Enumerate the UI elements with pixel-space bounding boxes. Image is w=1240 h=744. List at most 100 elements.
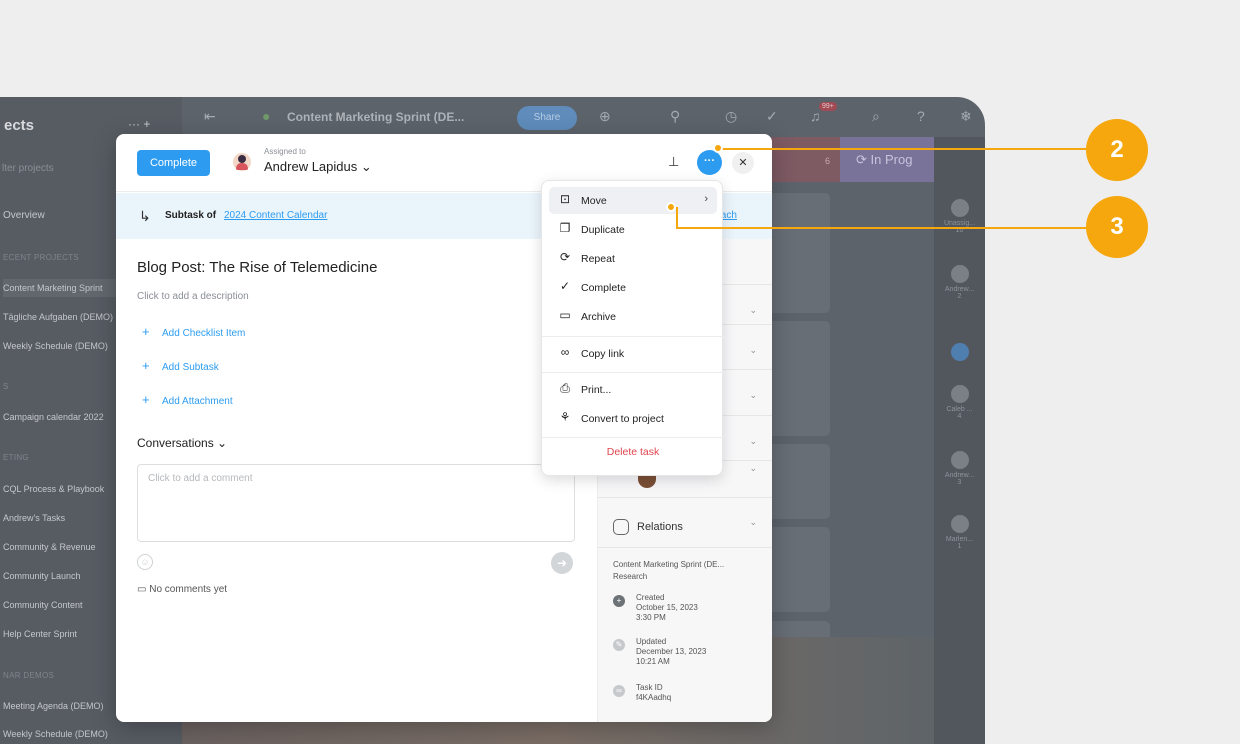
emoji-icon[interactable]: ☺ [137, 554, 153, 570]
share-button[interactable]: Share [517, 106, 577, 130]
person-count: 2 [957, 293, 962, 300]
in-progress-icon: ⟳ [856, 152, 871, 167]
add-attachment-button[interactable]: + Add Attachment [142, 392, 233, 407]
add-attachment-label: Add Attachment [162, 396, 233, 407]
task-title[interactable]: Blog Post: The Rise of Telemedicine [137, 259, 377, 276]
sidebar-item-marketing-3[interactable]: Community Launch [3, 571, 81, 581]
add-checklist-label: Add Checklist Item [162, 328, 246, 339]
workflow-icon[interactable]: ⚲ [670, 108, 680, 125]
search-icon[interactable]: ⌕ [872, 108, 880, 125]
relations-label: Relations [637, 520, 683, 533]
conversations-toggle[interactable]: Conversations ⌄ [137, 436, 227, 450]
chevron-down-icon: ⌄ [749, 345, 757, 355]
sidebar-item-marketing-5[interactable]: Help Center Sprint [3, 629, 77, 639]
person-count: 3 [957, 479, 962, 486]
avatar [950, 199, 969, 217]
delete-task-button[interactable]: Delete task [542, 446, 724, 458]
relations-header[interactable]: Relations [613, 519, 683, 535]
menu-item-repeat[interactable]: ⟳ Repeat [549, 245, 717, 272]
link-icon: ∞ [613, 685, 625, 697]
menu-item-label: Print... [581, 384, 612, 396]
comment-input[interactable]: Click to add a comment [137, 464, 575, 542]
person-marlen[interactable]: Marlen... 1 [934, 515, 985, 550]
callout-line-3-vertical [676, 207, 678, 228]
menu-item-duplicate[interactable]: ❐ Duplicate [549, 216, 717, 243]
callout-dot-3 [666, 202, 676, 212]
created-date: October 15, 2023 [636, 603, 698, 612]
add-checklist-item-button[interactable]: + Add Checklist Item [142, 324, 245, 339]
sidebar-item-marketing-4[interactable]: Community Content [3, 600, 83, 610]
person-name: Marlen... [945, 536, 974, 543]
pin-icon[interactable]: ⊥ [668, 154, 679, 170]
sidebar-actions[interactable]: ··· + [128, 117, 150, 131]
timer-icon[interactable]: ◷ [725, 108, 737, 125]
chevron-down-icon: ⌄ [749, 305, 757, 315]
sidebar-item-webinar-1[interactable]: Weekly Schedule (DEMO) [3, 729, 108, 739]
sidebar-item-overview[interactable]: Overview [3, 210, 45, 221]
person-name: Andrew... [944, 472, 975, 479]
menu-item-label: Move [581, 195, 607, 207]
menu-item-label: Complete [581, 282, 626, 294]
avatar [950, 515, 969, 533]
plus-circle-icon: + [613, 595, 625, 607]
task-id-value: f4KAadhq [636, 693, 672, 702]
avatar [950, 385, 969, 403]
collapse-sidebar-icon[interactable]: ⇤ [204, 108, 216, 125]
menu-item-label: Duplicate [581, 224, 625, 236]
rocket-icon: ⚘ [559, 410, 571, 424]
no-comments-label: No comments yet [149, 584, 228, 595]
help-icon[interactable]: ? [917, 108, 925, 124]
sidebar-item-marketing-0[interactable]: CQL Process & Playbook [3, 484, 104, 494]
add-icon[interactable]: ⊕ [599, 108, 611, 125]
menu-divider [542, 437, 724, 438]
sidebar-title: ects [4, 117, 35, 134]
chevron-right-icon: › [704, 193, 708, 205]
person-andrew-2[interactable]: Andrew... 3 [934, 451, 985, 486]
assignee-avatar[interactable] [233, 153, 251, 171]
more-options-button[interactable]: ··· [697, 150, 722, 175]
menu-item-archive[interactable]: ▭ Archive [549, 303, 717, 330]
sidebar-item-recent-1[interactable]: Tägliche Aufgaben (DEMO) [3, 312, 113, 322]
callout-dot-2 [713, 143, 723, 153]
person-andrew[interactable]: Andrew... 2 [934, 265, 985, 300]
menu-item-print[interactable]: ⎙ Print... [549, 376, 717, 403]
snowflake-icon[interactable]: ❄ [960, 108, 972, 125]
move-icon: ⊡ [559, 192, 571, 206]
menu-item-copy-link[interactable]: ∞ Copy link [549, 340, 717, 367]
relations-icon [613, 519, 629, 535]
person-caleb[interactable]: Caleb ... 4 [934, 385, 985, 420]
sidebar-section-recent: ECENT PROJECTS [3, 253, 80, 262]
sidebar-item-webinar-0[interactable]: Meeting Agenda (DEMO) [3, 701, 104, 711]
description-field[interactable]: Click to add a description [137, 291, 249, 302]
menu-item-label: Repeat [581, 253, 615, 265]
project-filter-input[interactable]: lter projects [2, 163, 54, 174]
menu-item-complete[interactable]: ✓ Complete [549, 274, 717, 301]
chevron-down-icon: ⌄ [749, 463, 757, 473]
subtask-of-label: Subtask of [165, 210, 217, 221]
add-subtask-label: Add Subtask [162, 362, 219, 373]
bell-icon[interactable]: ♫ [810, 108, 821, 124]
no-comments: ▭ No comments yet [137, 584, 227, 595]
close-button[interactable]: ✕ [732, 152, 754, 174]
check-icon[interactable]: ✓ [766, 108, 778, 125]
updated-time: 10:21 AM [636, 657, 670, 666]
sidebar-item-recent-2[interactable]: Weekly Schedule (DEMO) [3, 341, 108, 351]
person-group[interactable] [934, 343, 985, 364]
parent-task-link[interactable]: 2024 Content Calendar [224, 210, 327, 221]
plus-icon: + [142, 392, 150, 407]
project-info[interactable]: Content Marketing Sprint (DE... Research [613, 559, 768, 583]
column-header-in-progress[interactable]: ⟳ In Prog [840, 137, 934, 182]
assignee-dropdown[interactable]: Andrew Lapidus ⌄ [264, 159, 372, 175]
repeat-icon: ⟳ [559, 250, 571, 264]
menu-item-convert-to-project[interactable]: ⚘ Convert to project [549, 405, 717, 432]
plus-icon: + [142, 324, 150, 339]
sidebar-item-campaign[interactable]: Campaign calendar 2022 [3, 412, 104, 422]
avatar [950, 265, 969, 283]
menu-item-move[interactable]: ⊡ Move › [549, 187, 717, 214]
sidebar-item-marketing-2[interactable]: Community & Revenue [3, 542, 96, 552]
sidebar-item-marketing-1[interactable]: Andrew's Tasks [3, 513, 65, 523]
project-name[interactable]: Content Marketing Sprint (DE... [287, 110, 464, 124]
send-comment-button[interactable]: ➜ [551, 552, 573, 574]
add-subtask-button[interactable]: + Add Subtask [142, 358, 219, 373]
complete-button[interactable]: Complete [137, 150, 210, 176]
